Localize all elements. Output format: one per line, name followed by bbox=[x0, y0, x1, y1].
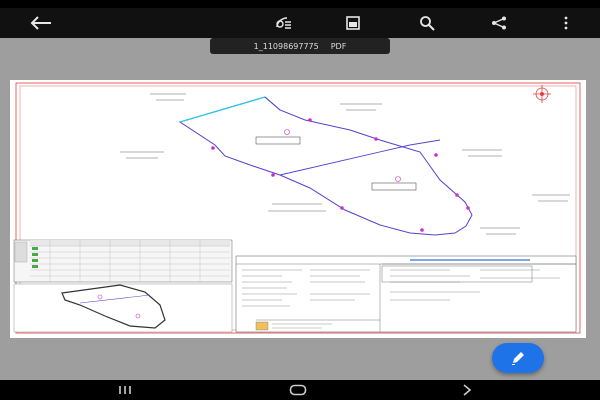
system-nav-bar bbox=[0, 380, 600, 400]
file-name-pill: 1_11098697775 PDF bbox=[210, 38, 390, 54]
search-button[interactable] bbox=[412, 8, 442, 38]
reader-mode-icon bbox=[276, 17, 291, 29]
recents-button[interactable] bbox=[110, 380, 140, 400]
arrow-left-icon bbox=[30, 16, 51, 30]
survey-map-drawing bbox=[13, 82, 581, 334]
status-bar bbox=[0, 0, 600, 8]
search-icon bbox=[420, 16, 435, 31]
north-arrow-icon bbox=[533, 85, 551, 103]
home-button[interactable] bbox=[280, 380, 316, 400]
edit-fab-button[interactable] bbox=[492, 343, 544, 373]
page-view-button[interactable] bbox=[338, 8, 368, 38]
file-info-bar: 1_11098697775 PDF bbox=[0, 38, 600, 58]
share-button[interactable] bbox=[484, 8, 514, 38]
recents-icon bbox=[119, 386, 131, 394]
home-icon bbox=[289, 384, 307, 396]
title-block bbox=[235, 255, 577, 333]
more-vert-icon bbox=[564, 16, 568, 30]
page-view-icon bbox=[346, 16, 360, 30]
nav-back-button[interactable] bbox=[452, 380, 482, 400]
reader-mode-button[interactable] bbox=[268, 8, 298, 38]
file-name: 1_11098697775 bbox=[253, 41, 319, 51]
coordinates-table bbox=[13, 239, 233, 283]
parcel-boundary bbox=[178, 96, 473, 236]
pencil-icon bbox=[512, 352, 524, 365]
inset-map bbox=[13, 283, 233, 333]
pdf-viewer[interactable] bbox=[0, 58, 600, 380]
app-toolbar bbox=[0, 8, 600, 38]
back-button[interactable] bbox=[26, 8, 56, 38]
pdf-page[interactable] bbox=[10, 80, 586, 338]
share-icon bbox=[492, 16, 506, 30]
more-options-button[interactable] bbox=[556, 8, 576, 38]
chevron-back-icon bbox=[463, 384, 472, 396]
file-type-badge: PDF bbox=[330, 41, 347, 51]
